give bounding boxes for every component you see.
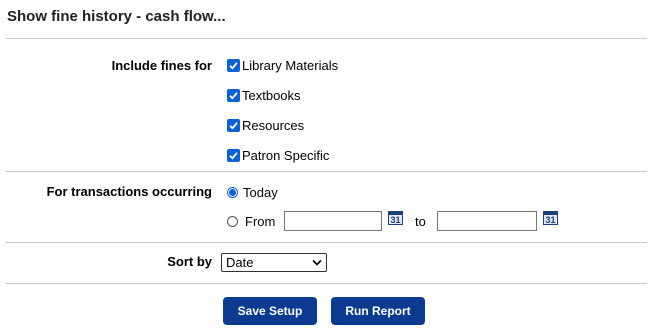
- include-fines-label: Include fines for: [111, 58, 212, 73]
- resources-label: Resources: [242, 118, 305, 133]
- from-option[interactable]: From: [227, 214, 275, 229]
- checkmark-icon: [229, 122, 238, 130]
- divider: [6, 38, 647, 39]
- sort-by-label: Sort by: [167, 254, 212, 269]
- textbooks-label: Textbooks: [242, 88, 301, 103]
- textbooks-checkbox[interactable]: [227, 89, 240, 102]
- sort-by-select[interactable]: Date: [221, 253, 327, 272]
- checkmark-icon: [229, 62, 238, 70]
- save-setup-button[interactable]: Save Setup: [223, 297, 317, 325]
- library-materials-option[interactable]: Library Materials: [227, 58, 338, 73]
- library-materials-checkbox[interactable]: [227, 59, 240, 72]
- calendar-day: 31: [390, 215, 401, 225]
- today-radio[interactable]: [227, 187, 238, 198]
- checkmark-icon: [229, 152, 238, 160]
- patron-specific-checkbox[interactable]: [227, 149, 240, 162]
- to-date-input[interactable]: [437, 211, 537, 231]
- calendar-day: 31: [545, 215, 556, 225]
- sort-by-value: Date: [226, 255, 254, 270]
- from-calendar-icon[interactable]: 31: [388, 211, 403, 225]
- patron-specific-option[interactable]: Patron Specific: [227, 148, 329, 163]
- textbooks-option[interactable]: Textbooks: [227, 88, 301, 103]
- to-label: to: [415, 214, 426, 229]
- today-option[interactable]: Today: [227, 185, 278, 200]
- library-materials-label: Library Materials: [242, 58, 339, 73]
- resources-option[interactable]: Resources: [227, 118, 304, 133]
- from-label: From: [245, 214, 276, 229]
- checkmark-icon: [229, 92, 238, 100]
- from-date-input[interactable]: [284, 211, 382, 231]
- today-label: Today: [243, 185, 278, 200]
- chevron-down-icon: [312, 259, 322, 266]
- page-title: Show fine history - cash flow...: [7, 8, 226, 25]
- from-radio[interactable]: [227, 216, 238, 227]
- divider: [6, 283, 647, 284]
- transactions-label: For transactions occurring: [46, 184, 212, 199]
- divider: [6, 171, 647, 172]
- resources-checkbox[interactable]: [227, 119, 240, 132]
- run-report-button[interactable]: Run Report: [331, 297, 425, 325]
- to-calendar-icon[interactable]: 31: [543, 211, 558, 225]
- divider: [6, 242, 647, 243]
- patron-specific-label: Patron Specific: [242, 148, 330, 163]
